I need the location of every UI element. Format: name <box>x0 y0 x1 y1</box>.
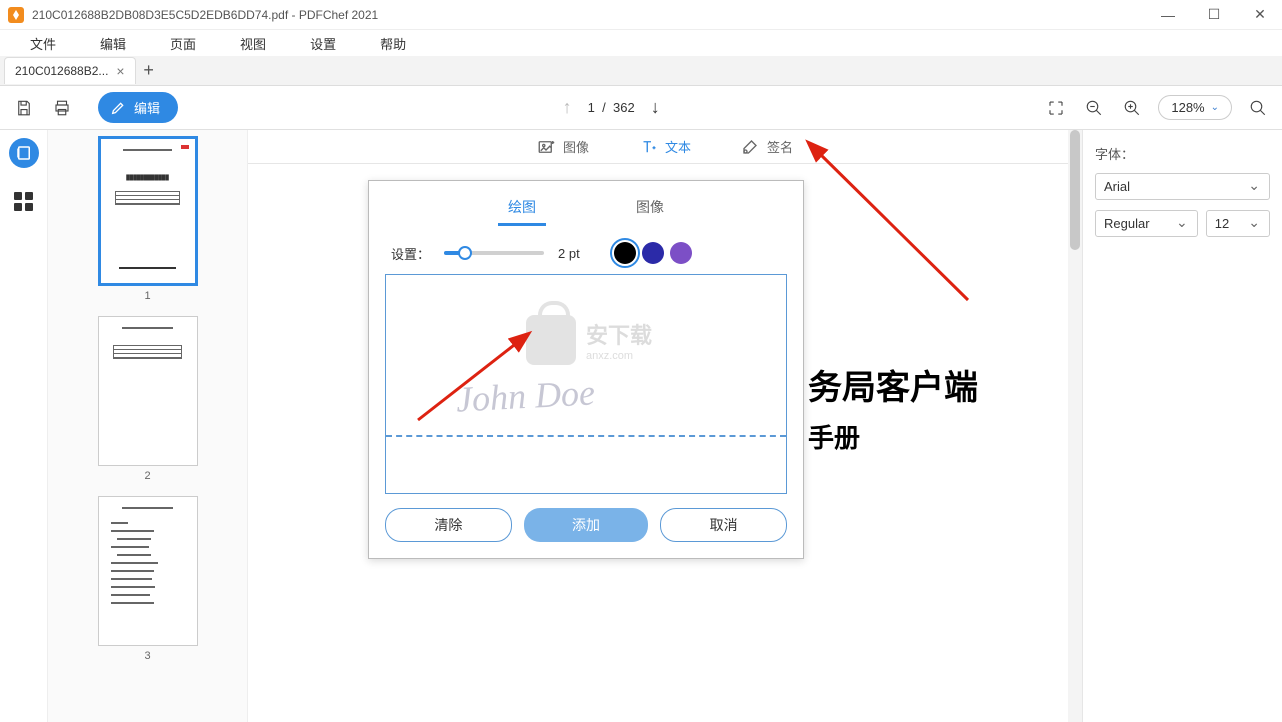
main: ████████████ 1 2 <box>0 130 1282 722</box>
color-swatches <box>614 242 692 264</box>
grid-view-button[interactable] <box>9 186 39 216</box>
app-icon <box>8 7 24 23</box>
new-tab-button[interactable]: + <box>136 60 162 81</box>
scrollbar[interactable] <box>1068 130 1082 722</box>
tab-label: 210C012688B2... <box>15 64 108 78</box>
thumb-number: 1 <box>68 290 227 302</box>
document-text-line1: 务局客户端 <box>808 360 978 409</box>
stroke-width-slider[interactable] <box>444 251 544 255</box>
zoom-out-icon[interactable] <box>1082 96 1106 120</box>
print-icon[interactable] <box>50 96 74 120</box>
thumb-number: 3 <box>68 650 227 662</box>
window-title: 210C012688B2DB08D3E5C5D2EDB6DD74.pdf - P… <box>32 8 1154 22</box>
edit-label: 编辑 <box>134 98 160 117</box>
settings-label: 设置： <box>391 244 430 263</box>
baseline <box>386 435 786 437</box>
prev-page-icon[interactable]: ↑ <box>563 97 572 118</box>
properties-sidebar: 字体： Arial Regular 12 <box>1082 130 1282 722</box>
lock-icon <box>526 315 576 365</box>
menu-view[interactable]: 视图 <box>218 31 288 56</box>
menu-help[interactable]: 帮助 <box>358 31 428 56</box>
menu-page[interactable]: 页面 <box>148 31 218 56</box>
thumbnails-panel[interactable]: ████████████ 1 2 <box>48 130 248 722</box>
tabbar: 210C012688B2... × + <box>0 56 1282 86</box>
titlebar: 210C012688B2DB08D3E5C5D2EDB6DD74.pdf - P… <box>0 0 1282 30</box>
document-text-line2: 手册 <box>808 418 860 455</box>
menu-settings[interactable]: 设置 <box>288 31 358 56</box>
stroke-pt-value: 2 pt <box>558 246 580 261</box>
color-blue[interactable] <box>642 242 664 264</box>
thumbnails-view-button[interactable] <box>9 138 39 168</box>
page-indicator: 1 / 362 <box>588 100 635 115</box>
search-icon[interactable] <box>1246 96 1270 120</box>
signature-draw-area[interactable]: 安下载 anxz.com John Doe <box>385 274 787 494</box>
canvas[interactable]: 图像 文本 签名 务局客户端 手册 绘图 图像 设置： <box>248 130 1082 722</box>
zoom-value: 128% <box>1171 100 1204 115</box>
minimize-button[interactable]: — <box>1154 7 1182 23</box>
color-purple[interactable] <box>670 242 692 264</box>
signature-tab-draw[interactable]: 绘图 <box>498 191 546 226</box>
edit-mode-button[interactable]: 编辑 <box>98 92 178 123</box>
document-tab[interactable]: 210C012688B2... × <box>4 57 136 84</box>
left-rail <box>0 130 48 722</box>
font-family-select[interactable]: Arial <box>1095 173 1270 200</box>
menubar: 文件 编辑 页面 视图 设置 帮助 <box>0 30 1282 56</box>
toolbar: 编辑 ↑ 1 / 362 ↓ 128% ⌄ <box>0 86 1282 130</box>
font-size-select[interactable]: 12 <box>1206 210 1270 237</box>
close-button[interactable]: ✕ <box>1246 6 1274 23</box>
insert-text-tool[interactable]: 文本 <box>639 137 691 156</box>
thumbnail-page-3[interactable]: 3 <box>68 496 227 662</box>
signature-panel: 绘图 图像 设置： 2 pt 安下载 <box>368 180 804 559</box>
cancel-button[interactable]: 取消 <box>660 508 787 542</box>
zoom-in-icon[interactable] <box>1120 96 1144 120</box>
thumbnail-page-1[interactable]: ████████████ 1 <box>68 136 227 302</box>
page-current[interactable]: 1 <box>588 100 595 115</box>
watermark: 安下载 anxz.com <box>526 315 652 365</box>
menu-edit[interactable]: 编辑 <box>78 31 148 56</box>
annotation-arrow-1 <box>798 140 998 323</box>
chevron-down-icon: ⌄ <box>1211 102 1219 113</box>
clear-button[interactable]: 清除 <box>385 508 512 542</box>
zoom-dropdown[interactable]: 128% ⌄ <box>1158 95 1232 120</box>
sample-signature: John Doe <box>455 371 596 420</box>
edit-tools-bar: 图像 文本 签名 <box>248 130 1082 164</box>
tab-close-icon[interactable]: × <box>116 63 124 79</box>
insert-image-tool[interactable]: 图像 <box>537 137 589 156</box>
insert-signature-tool[interactable]: 签名 <box>741 137 793 156</box>
save-icon[interactable] <box>12 96 36 120</box>
thumb-number: 2 <box>68 470 227 482</box>
thumbnail-page-2[interactable]: 2 <box>68 316 227 482</box>
page-total: 362 <box>613 100 635 115</box>
color-black[interactable] <box>614 242 636 264</box>
next-page-icon[interactable]: ↓ <box>651 97 660 118</box>
add-button[interactable]: 添加 <box>524 508 649 542</box>
maximize-button[interactable]: ☐ <box>1200 6 1228 23</box>
menu-file[interactable]: 文件 <box>8 31 78 56</box>
signature-tab-image[interactable]: 图像 <box>626 191 674 226</box>
signature-tabs: 绘图 图像 <box>385 191 787 226</box>
font-weight-select[interactable]: Regular <box>1095 210 1198 237</box>
font-label: 字体： <box>1095 144 1270 163</box>
fullscreen-icon[interactable] <box>1044 96 1068 120</box>
